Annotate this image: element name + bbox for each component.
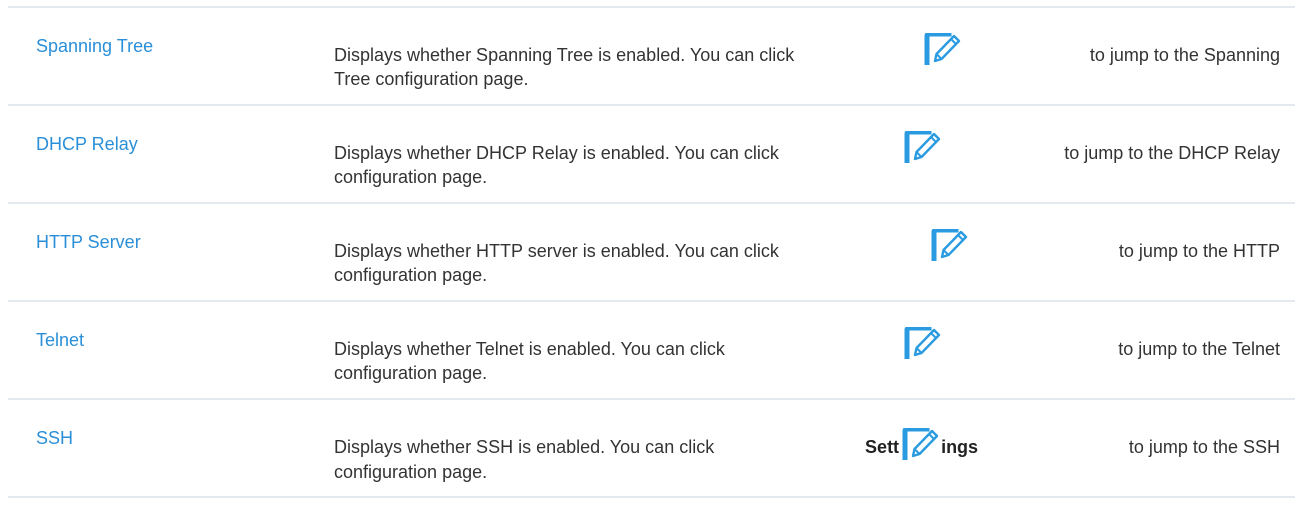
- settings-label: ings: [941, 437, 979, 457]
- desc-text: Tree configuration page.: [334, 69, 529, 89]
- desc-text: configuration page.: [334, 265, 488, 285]
- table-row: DHCP Relay Displays whether DHCP Relay i…: [8, 106, 1295, 204]
- desc-text: to jump to the Telnet: [1118, 339, 1280, 359]
- parameter-table: Spanning Tree Displays whether Spanning …: [8, 6, 1295, 498]
- description: Displays whether SSH is enabled. You can…: [334, 428, 1280, 484]
- desc-text: Displays whether DHCP Relay is enabled. …: [334, 143, 779, 163]
- param-ssh: SSH: [36, 428, 74, 448]
- edit-icon[interactable]: [923, 33, 961, 65]
- desc-text: to jump to the Spanning: [1089, 45, 1280, 65]
- description: Displays whether Spanning Tree is enable…: [334, 33, 1280, 91]
- desc-text: to jump to the HTTP: [1118, 241, 1280, 261]
- desc-text: configuration page.: [334, 363, 488, 383]
- settings-label: Sett: [865, 437, 900, 457]
- desc-text: configuration page.: [334, 167, 488, 187]
- table-row: Spanning Tree Displays whether Spanning …: [8, 8, 1295, 106]
- param-telnet: Telnet: [36, 330, 85, 350]
- table-row: SSH Displays whether SSH is enabled. You…: [8, 400, 1295, 498]
- desc-text: Displays whether SSH is enabled. You can…: [334, 437, 715, 457]
- param-http-server: HTTP Server: [36, 232, 141, 252]
- desc-text: Displays whether Spanning Tree is enable…: [334, 45, 795, 65]
- edit-icon[interactable]: [901, 428, 939, 460]
- desc-text: Displays whether Telnet is enabled. You …: [334, 339, 725, 359]
- description: Displays whether Telnet is enabled. You …: [334, 327, 1280, 385]
- param-dhcp-relay: DHCP Relay: [36, 134, 138, 154]
- desc-text: to jump to the DHCP Relay: [1064, 143, 1280, 163]
- edit-icon[interactable]: [930, 229, 968, 261]
- edit-icon[interactable]: [903, 327, 941, 359]
- desc-text: to jump to the SSH: [1128, 437, 1280, 457]
- description: Displays whether DHCP Relay is enabled. …: [334, 131, 1280, 189]
- desc-text: Displays whether HTTP server is enabled.…: [334, 241, 779, 261]
- param-spanning-tree: Spanning Tree: [36, 36, 154, 56]
- table-row: HTTP Server Displays whether HTTP server…: [8, 204, 1295, 302]
- description: Displays whether HTTP server is enabled.…: [334, 229, 1280, 287]
- desc-text: configuration page.: [334, 462, 488, 482]
- edit-icon[interactable]: [903, 131, 941, 163]
- table-row: Telnet Displays whether Telnet is enable…: [8, 302, 1295, 400]
